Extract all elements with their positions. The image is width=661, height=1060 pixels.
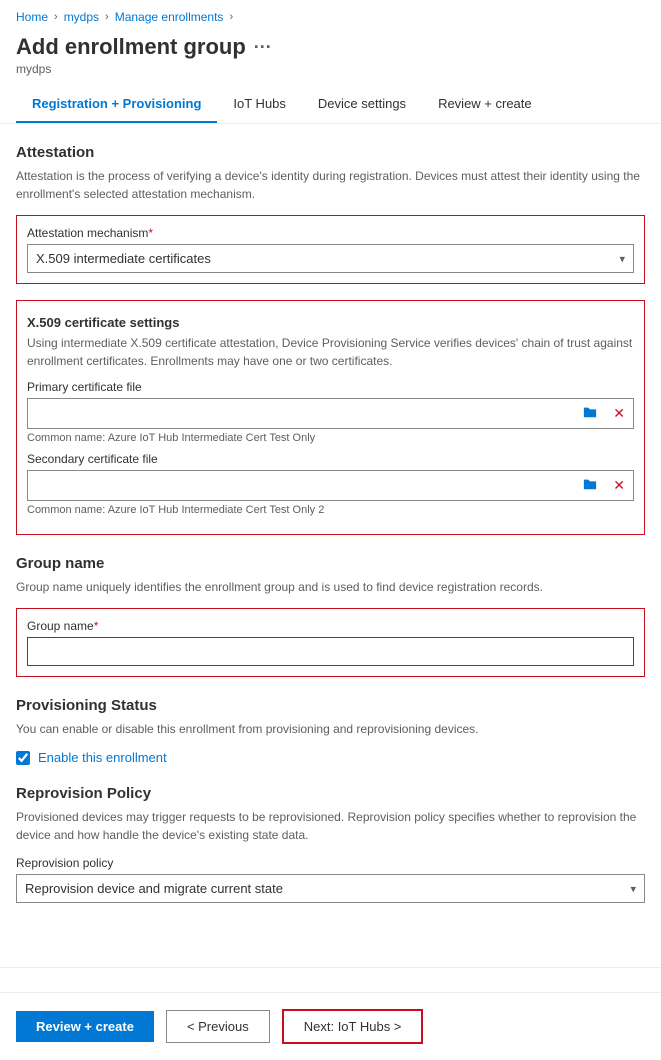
page-title-more-icon[interactable]: ··· [254,37,272,58]
provisioning-status-section: Provisioning Status You can enable or di… [16,697,645,765]
breadcrumb-manage-enrollments[interactable]: Manage enrollments [115,10,224,24]
secondary-cert-input[interactable]: azure-iot-test-only-2.intermediate.cert.… [28,473,575,499]
primary-cert-input[interactable]: azure-iot-test-only.intermediate.cert.pe… [28,401,575,427]
cert-settings-title: X.509 certificate settings [27,315,634,330]
reprovision-policy-section: Reprovision Policy Provisioned devices m… [16,785,645,903]
page-title-text: Add enrollment group [16,34,246,60]
tab-registration[interactable]: Registration + Provisioning [16,86,217,123]
secondary-cert-close-icon[interactable]: ✕ [605,471,633,500]
group-name-input[interactable]: mydevicegroup2 [27,637,634,666]
footer-divider [0,967,661,968]
reprovision-policy-desc: Provisioned devices may trigger requests… [16,808,645,844]
primary-cert-input-row: azure-iot-test-only.intermediate.cert.pe… [27,398,634,429]
attestation-mechanism-select[interactable]: X.509 intermediate certificates X.509 CA… [28,245,633,272]
enable-enrollment-row: Enable this enrollment [16,750,645,765]
next-iothubs-button[interactable]: Next: IoT Hubs > [282,1009,424,1044]
page-subtitle: mydps [16,62,645,76]
secondary-cert-label: Secondary certificate file [27,452,634,466]
attestation-title: Attestation [16,144,645,161]
primary-cert-folder-icon[interactable] [575,399,605,428]
enable-enrollment-checkbox[interactable] [16,751,30,765]
tab-bar: Registration + Provisioning IoT Hubs Dev… [0,86,661,124]
primary-cert-common-name: Common name: Azure IoT Hub Intermediate … [27,432,634,444]
cert-settings-desc: Using intermediate X.509 certificate att… [27,334,634,370]
breadcrumb-mydps[interactable]: mydps [64,10,99,24]
footer: Review + create < Previous Next: IoT Hub… [0,992,661,1060]
secondary-cert-input-row: azure-iot-test-only-2.intermediate.cert.… [27,470,634,501]
attestation-mechanism-box: Attestation mechanism* X.509 intermediat… [16,215,645,284]
review-create-button[interactable]: Review + create [16,1011,154,1042]
primary-cert-close-icon[interactable]: ✕ [605,399,633,428]
provisioning-status-desc: You can enable or disable this enrollmen… [16,720,645,738]
attestation-mechanism-label: Attestation mechanism* [27,226,634,240]
attestation-mechanism-select-wrapper[interactable]: X.509 intermediate certificates X.509 CA… [27,244,634,273]
reprovision-policy-select[interactable]: Reprovision device and migrate current s… [17,875,644,902]
provisioning-status-title: Provisioning Status [16,697,645,714]
secondary-cert-row: Secondary certificate file azure-iot-tes… [27,452,634,516]
group-name-label: Group name* [27,619,634,633]
group-name-title: Group name [16,555,645,572]
reprovision-policy-label: Reprovision policy [16,856,645,870]
page-header: Add enrollment group ··· mydps [0,30,661,86]
breadcrumb-sep-2: › [105,11,109,23]
secondary-cert-folder-icon[interactable] [575,471,605,500]
previous-button[interactable]: < Previous [166,1010,270,1043]
attestation-section: Attestation Attestation is the process o… [16,144,645,535]
enable-enrollment-label[interactable]: Enable this enrollment [38,750,167,765]
tab-reviewcreate[interactable]: Review + create [422,86,548,123]
main-content: Attestation Attestation is the process o… [0,124,661,943]
breadcrumb-sep-1: › [54,11,58,23]
page-title-row: Add enrollment group ··· [16,34,645,60]
reprovision-policy-select-wrapper[interactable]: Reprovision device and migrate current s… [16,874,645,903]
primary-cert-row: Primary certificate file azure-iot-test-… [27,380,634,444]
tab-iothubs[interactable]: IoT Hubs [217,86,302,123]
cert-settings-box: X.509 certificate settings Using interme… [16,300,645,535]
primary-cert-label: Primary certificate file [27,380,634,394]
group-name-section: Group name Group name uniquely identifie… [16,555,645,677]
breadcrumb: Home › mydps › Manage enrollments › [0,0,661,30]
attestation-desc: Attestation is the process of verifying … [16,167,645,203]
tab-devicesettings[interactable]: Device settings [302,86,422,123]
secondary-cert-common-name: Common name: Azure IoT Hub Intermediate … [27,504,634,516]
group-name-desc: Group name uniquely identifies the enrol… [16,578,645,596]
breadcrumb-home[interactable]: Home [16,10,48,24]
reprovision-policy-title: Reprovision Policy [16,785,645,802]
breadcrumb-sep-3: › [229,11,233,23]
group-name-box: Group name* mydevicegroup2 [16,608,645,677]
